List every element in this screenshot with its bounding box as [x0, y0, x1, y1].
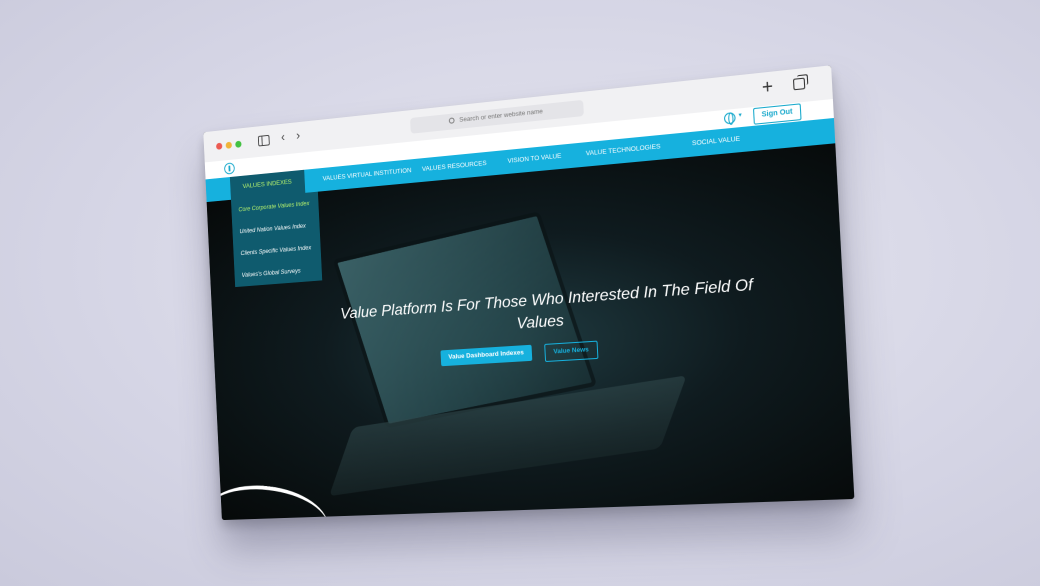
- maximize-window-button[interactable]: [235, 140, 242, 148]
- logo-icon[interactable]: [223, 162, 235, 175]
- browser-window: ‹ › Search or enter website name + ▾ Sig…: [203, 65, 855, 521]
- plus-icon[interactable]: +: [761, 76, 773, 98]
- value-news-button[interactable]: Value News: [544, 340, 599, 363]
- values-indexes-dropdown: Core Corporate Values Index United Natio…: [230, 191, 323, 288]
- sidebar-icon[interactable]: [257, 134, 270, 147]
- chevron-right-icon[interactable]: ›: [296, 128, 301, 143]
- search-icon: [448, 117, 455, 125]
- tabs-icon[interactable]: [792, 77, 806, 91]
- globe-icon[interactable]: [723, 111, 736, 125]
- address-bar-placeholder: Search or enter website name: [459, 108, 544, 124]
- decorative-wave: [206, 479, 332, 521]
- close-window-button[interactable]: [216, 142, 223, 150]
- stage: ‹ › Search or enter website name + ▾ Sig…: [0, 0, 1040, 586]
- chevron-left-icon[interactable]: ‹: [281, 129, 286, 144]
- caret-down-icon[interactable]: ▾: [738, 111, 741, 119]
- minimize-window-button[interactable]: [225, 141, 232, 149]
